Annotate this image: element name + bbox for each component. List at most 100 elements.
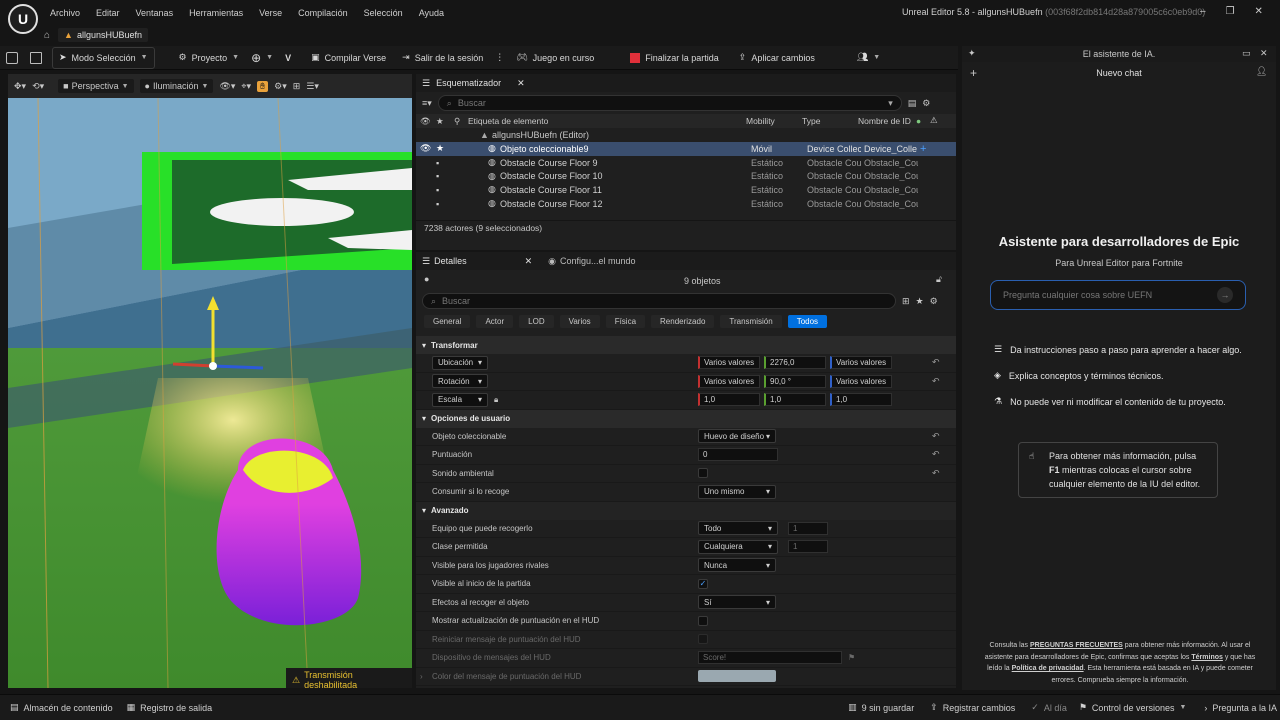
col-label-header[interactable]: Etiqueta de elemento [468, 116, 548, 126]
chevron-right-icon[interactable]: › [420, 672, 423, 681]
star-icon[interactable]: ★ [916, 296, 924, 307]
more-options-icon[interactable]: ⋮ [489, 47, 510, 69]
hamburger-icon[interactable]: ☰▾ [306, 81, 319, 92]
outliner-row[interactable]: ▪ ◍ Obstacle Course Floor 9 Estático Obstacl… [416, 156, 956, 170]
menu-archivo[interactable]: Archivo [50, 8, 80, 18]
hud-device-field[interactable]: Score! [698, 651, 842, 665]
visibility-icon[interactable]: 👁︎ [420, 143, 431, 154]
version-control-button[interactable]: ⚑ Control de versiones ▼ [1079, 702, 1187, 713]
col-id-header[interactable]: Nombre de ID [858, 116, 911, 126]
team-dropdown[interactable]: Todo ▾ [698, 521, 778, 536]
rotation-x-field[interactable]: Varios valores [698, 374, 760, 388]
send-icon[interactable]: → [1217, 287, 1233, 303]
terms-link[interactable]: Términos [1191, 654, 1223, 661]
cat-todos[interactable]: Todos [787, 314, 828, 328]
outliner-row[interactable]: ▪ ◍ Obstacle Course Floor 10 Estático Obstac… [416, 169, 956, 183]
settings-icon[interactable]: ⚙▾ [274, 81, 287, 92]
reset-icon[interactable]: ↶ [932, 468, 940, 479]
project-button[interactable]: ⚙ Proyecto ▼ [173, 47, 246, 69]
star-icon[interactable]: ★ [436, 116, 444, 127]
menu-ventanas[interactable]: Ventanas [136, 8, 174, 18]
add-button[interactable]: ⊕ ▼ [245, 47, 279, 69]
rotation-dropdown[interactable]: Rotación ▾ [432, 374, 488, 389]
pin-icon[interactable]: ⚲ [454, 116, 460, 127]
menu-verse[interactable]: Verse [259, 8, 282, 18]
scale-y-field[interactable]: 1,0 [764, 393, 826, 407]
star-icon[interactable]: ▪ [436, 185, 439, 195]
pickup-effects-dropdown[interactable]: Sí ▾ [698, 595, 776, 610]
star-icon[interactable]: ▪ [436, 199, 439, 209]
score-field[interactable]: 0 [698, 448, 778, 462]
show-hud-checkbox[interactable] [698, 615, 708, 626]
faq-link[interactable]: PREGUNTAS FRECUENTES [1030, 642, 1123, 649]
cat-fisica[interactable]: Física [605, 314, 646, 328]
rotate-tool-icon[interactable]: ⟲▾ [32, 81, 44, 92]
outliner-tab[interactable]: ☰ Esquematizador ✕ [416, 74, 956, 92]
outliner-search-input[interactable]: ⌕ Buscar ▾ [437, 95, 902, 111]
save-button[interactable] [0, 47, 24, 69]
filter-icon[interactable]: ≡▾ [422, 98, 432, 109]
hud-color-swatch[interactable] [698, 670, 776, 683]
apply-changes-button[interactable]: ⇪ Aplicar cambios [733, 47, 821, 69]
dock-icon[interactable]: ▭ [1242, 48, 1251, 59]
level-viewport[interactable]: ⚠ Transmisión deshabilitada [8, 98, 412, 688]
close-icon[interactable]: ✕ [1260, 48, 1268, 59]
leave-session-button[interactable]: ⇥ Salir de la sesión [396, 47, 489, 69]
grid-icon[interactable]: ⊞ [902, 296, 910, 307]
ambient-sound-checkbox[interactable] [698, 468, 708, 479]
rotation-y-field[interactable]: 90,0 ° [764, 374, 826, 388]
class-dropdown[interactable]: Cualquiera ▾ [698, 539, 778, 554]
add-icon[interactable]: + [920, 143, 926, 155]
compile-verse-button[interactable]: ▣ Compilar Verse [305, 47, 392, 69]
star-icon[interactable]: ★ [436, 143, 444, 154]
reset-icon[interactable]: ↶ [932, 449, 940, 460]
reset-icon[interactable]: ↶ [932, 357, 940, 368]
game-in-progress-button[interactable]: 🎮︎ Juego en curso [510, 47, 600, 69]
register-changes-button[interactable]: ⇪ Registrar cambios [930, 702, 1015, 713]
users-button[interactable]: 👥︎ ▼ [851, 47, 886, 69]
collectible-dropdown[interactable]: Huevo de diseño ▾ [698, 429, 776, 444]
menu-editar[interactable]: Editar [96, 8, 120, 18]
ask-ai-button[interactable]: › Pregunta a la IA [1204, 703, 1277, 713]
visible-rivals-dropdown[interactable]: Nunca ▾ [698, 558, 776, 573]
perspective-button[interactable]: ■ Perspectiva ▼ [58, 79, 134, 93]
class-number-field[interactable]: 1 [788, 540, 828, 554]
location-x-field[interactable]: Varios valores [698, 356, 760, 370]
visible-start-checkbox[interactable]: ✓ [698, 578, 708, 589]
maximize-icon[interactable]: ❐ [1226, 6, 1235, 17]
consume-dropdown[interactable]: Uno mismo ▾ [698, 484, 776, 499]
eye-icon[interactable]: 👁︎▾ [219, 81, 235, 92]
menu-ayuda[interactable]: Ayuda [419, 8, 444, 18]
content-drawer-button[interactable]: ▤ Almacén de contenido [10, 702, 113, 713]
location-y-field[interactable]: 2276,0 [764, 356, 826, 370]
outliner-row[interactable]: ▪ ◍ Obstacle Course Floor 12 Estático Obstac… [416, 197, 956, 211]
settings-icon[interactable]: ⚙ [930, 296, 938, 307]
minimize-icon[interactable]: – [1200, 6, 1206, 17]
output-log-button[interactable]: ▦ Registro de salida [127, 702, 213, 713]
ai-prompt-input[interactable]: Pregunta cualquier cosa sobre UEFN → [990, 280, 1246, 310]
close-tab-icon[interactable]: ✕ [517, 78, 525, 89]
unreal-logo-icon[interactable]: U [8, 4, 38, 34]
lighting-button[interactable]: ● Iluminación ▼ [139, 79, 214, 93]
outliner-row[interactable]: ▪ ◍ Obstacle Course Floor 11 Estático Obstac… [416, 183, 956, 197]
reset-icon[interactable]: ↶ [932, 431, 940, 442]
cat-renderizado[interactable]: Renderizado [651, 314, 715, 328]
project-tab[interactable]: ▲ allgunsHUBuefn [58, 28, 149, 42]
close-icon[interactable]: ✕ [1255, 6, 1263, 17]
home-icon[interactable]: ⌂ [44, 30, 50, 41]
folder-icon[interactable]: ▤ [908, 98, 917, 109]
cat-actor[interactable]: Actor [476, 314, 514, 328]
close-tab-icon[interactable]: ✕ [525, 256, 533, 267]
world-settings-tab[interactable]: ◉ Configu...el mundo [548, 256, 635, 267]
lock-ratio-icon[interactable]: 🔒︎ [494, 395, 498, 405]
cat-transmision[interactable]: Transmisión [720, 314, 782, 328]
advanced-section[interactable]: ▾ Avanzado [416, 501, 956, 520]
content-button[interactable] [24, 47, 48, 69]
menu-herramientas[interactable]: Herramientas [189, 8, 243, 18]
layout-icon[interactable]: ⊞ [293, 81, 301, 92]
cat-varios[interactable]: Varios [559, 314, 600, 328]
hand-icon[interactable]: ✋︎ [256, 80, 269, 92]
visibility-icon[interactable]: 👁︎ [420, 116, 431, 127]
details-tab[interactable]: ☰ Detalles [422, 256, 467, 267]
cat-general[interactable]: General [424, 314, 471, 328]
